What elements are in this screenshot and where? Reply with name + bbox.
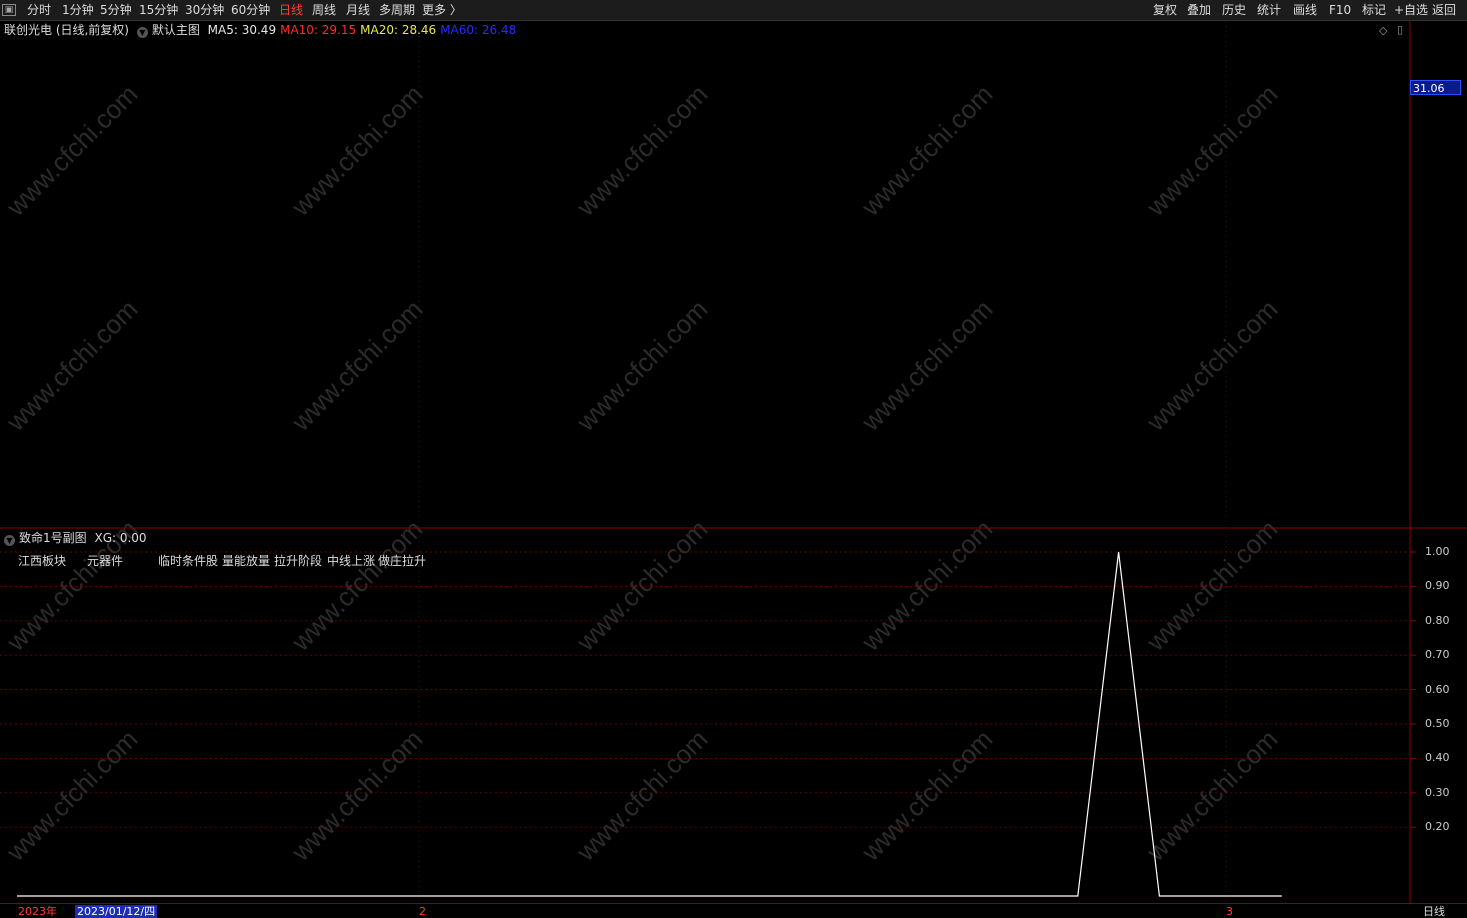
signal-label: 量能放量 [222, 554, 271, 568]
watermark-layer: www.cfchi.com www.cfchi.com www.cfchi.com w… [0, 79, 1283, 867]
toolbar-button-5[interactable]: F10 [1329, 3, 1351, 18]
watermark-text: www.cfchi.com [855, 724, 998, 867]
sub-axis-label: 0.90 [1425, 579, 1450, 593]
period-tab-1[interactable]: 1分钟 [62, 3, 94, 18]
diamond-icon[interactable]: ◇ [1379, 24, 1387, 37]
period-label[interactable]: 日线 [1423, 905, 1445, 918]
indicator-title[interactable]: 致命1号副图 [19, 530, 87, 546]
month-label-feb: 2 [419, 905, 426, 918]
watermark-text: www.cfchi.com [570, 514, 713, 657]
period-toolbar: ▣ 分时 1分钟 5分钟 15分钟 30分钟 60分钟 日线 周线 月线 多周期 更多 〉 复权 叠加… [0, 0, 1467, 21]
watermark-text: www.cfchi.com [285, 724, 428, 867]
template-name[interactable]: 默认主图 [152, 22, 200, 38]
month-label-mar: 3 [1226, 905, 1233, 918]
period-tab-2[interactable]: 5分钟 [100, 3, 132, 18]
ma-legend-item: MA60: 26.48 [440, 23, 517, 37]
period-tab-7[interactable]: 周线 [312, 3, 336, 18]
watermark-text: www.cfchi.com [570, 724, 713, 867]
ma-legend-item: MA10: 29.15 [280, 23, 357, 37]
period-tab-10[interactable]: 更多 〉 [422, 3, 462, 18]
period-tab-3[interactable]: 15分钟 [139, 3, 178, 18]
watermark-text: www.cfchi.com [285, 79, 428, 222]
watermark-text: www.cfchi.com [1140, 514, 1283, 657]
sub-axis-label: 0.30 [1425, 785, 1450, 799]
toolbar-button-0[interactable]: 复权 [1153, 3, 1177, 18]
signal-label: 中线上涨 [327, 554, 376, 568]
watermark-text: www.cfchi.com [1140, 79, 1283, 222]
signal-label: 做庄拉升 [378, 554, 427, 568]
kline-chart[interactable]: www.cfchi.com www.cfchi.com www.cfchi.com w… [0, 21, 1467, 903]
sub-axis-label: 0.60 [1425, 682, 1450, 696]
chevron-down-icon[interactable]: ▼ [4, 535, 15, 546]
period-tab-5[interactable]: 60分钟 [231, 3, 270, 18]
period-tab-4[interactable]: 30分钟 [185, 3, 224, 18]
period-tab-9[interactable]: 多周期 [379, 3, 415, 18]
panel-settings-icon[interactable]: ▯ [1397, 23, 1403, 36]
year-label: 2023年 [18, 905, 57, 918]
sub-axis-label: 0.70 [1425, 648, 1450, 662]
ma-legend: MA5: 30.49 MA10: 29.15 MA20: 28.46 MA60: 26… [208, 22, 521, 38]
toolbar-button-6[interactable]: 标记 [1362, 3, 1386, 18]
watermark-text: www.cfchi.com [570, 79, 713, 222]
signal-label: 临时条件股 [158, 554, 219, 568]
sub-axis-label: 0.80 [1425, 613, 1450, 627]
period-tab-6[interactable]: 日线 [279, 3, 303, 18]
signal-label: 江西板块 [18, 554, 67, 568]
toolbar-button-8[interactable]: 返回 [1432, 3, 1456, 18]
signal-label: 拉升阶段 [274, 554, 323, 568]
watermark-text: www.cfchi.com [1140, 724, 1283, 867]
watermark-text: www.cfchi.com [285, 294, 428, 437]
main-info-bar: 联创光电 (日线,前复权) ▼ 默认主图 MA5: 30.49 MA10: 29.1… [0, 22, 524, 38]
signal-label: 元器件 [87, 554, 124, 568]
chevron-down-icon[interactable]: ▼ [136, 27, 148, 38]
stock-title[interactable]: 联创光电 (日线,前复权) [4, 22, 129, 38]
current-price-tag: 31.06 [1410, 80, 1461, 95]
sub-info-bar: ▼ 致命1号副图 XG: 0.00 [0, 530, 151, 546]
toolbar-button-3[interactable]: 统计 [1257, 3, 1281, 18]
sub-axis-label: 0.20 [1425, 820, 1450, 834]
system-menu-icon[interactable]: ▣ [2, 4, 16, 16]
ma-legend-item: MA5: 30.49 [207, 23, 277, 37]
toolbar-button-2[interactable]: 历史 [1222, 3, 1246, 18]
watermark-text: www.cfchi.com [570, 294, 713, 437]
sub-axis-label: 0.50 [1425, 717, 1450, 730]
period-tab-0[interactable]: 分时 [27, 3, 51, 18]
toolbar-button-7[interactable]: +自选 [1394, 3, 1428, 18]
xg-value: XG: 0.00 [94, 531, 147, 545]
period-tab-8[interactable]: 月线 [346, 3, 370, 18]
watermark-text: www.cfchi.com [0, 724, 143, 867]
sub-axis-label: 0.40 [1425, 751, 1450, 765]
cursor-date: 2023/01/12/四 [75, 905, 158, 918]
watermark-text: www.cfchi.com [1140, 294, 1283, 437]
watermark-text: www.cfchi.com [855, 79, 998, 222]
watermark-text: www.cfchi.com [855, 514, 998, 657]
date-axis-bar: 2023年 2023/01/12/四 2 3 日线 [0, 903, 1467, 918]
toolbar-button-1[interactable]: 叠加 [1187, 3, 1211, 18]
watermark-text: www.cfchi.com [0, 79, 143, 222]
ma-legend-item: MA20: 28.46 [360, 23, 437, 37]
sub-axis-label: 1.00 [1425, 545, 1450, 558]
watermark-text: www.cfchi.com [285, 514, 428, 657]
toolbar-button-4[interactable]: 画线 [1293, 3, 1317, 18]
watermark-text: www.cfchi.com [0, 294, 143, 437]
watermark-text: www.cfchi.com [855, 294, 998, 437]
